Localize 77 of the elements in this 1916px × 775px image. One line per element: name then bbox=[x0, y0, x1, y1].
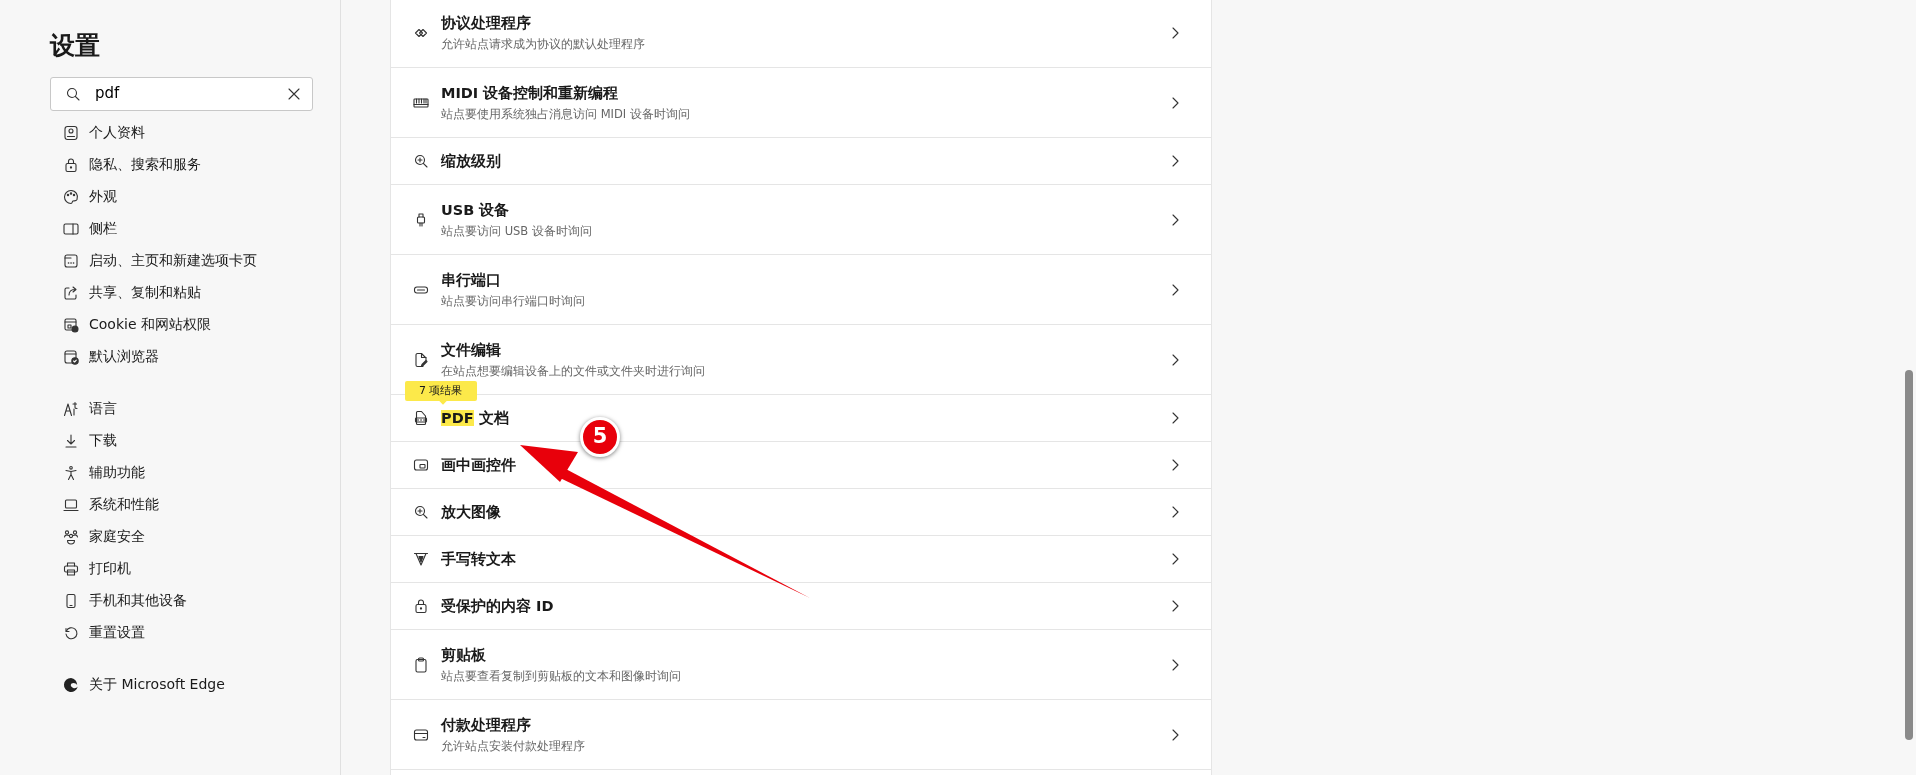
sidebar-item[interactable]: 语言 bbox=[50, 392, 340, 425]
lock-icon bbox=[63, 156, 79, 173]
search-box[interactable]: pdf bbox=[50, 76, 313, 111]
sidebar-item[interactable]: 下载 bbox=[50, 424, 340, 457]
row-title: MIDI 设备控制和重新编程 bbox=[441, 83, 620, 103]
match-count-tooltip: 7 项结果 bbox=[405, 381, 477, 401]
sidebar-item[interactable]: 隐私、搜索和服务 bbox=[50, 148, 340, 181]
laptop-icon bbox=[63, 496, 79, 513]
sidebar-item[interactable]: 个人资料 bbox=[50, 116, 340, 149]
row-title: 串行端口 bbox=[441, 270, 502, 290]
picture-in-picture-icon bbox=[413, 457, 429, 473]
accessibility-icon bbox=[63, 464, 79, 481]
palette-icon bbox=[63, 188, 79, 205]
settings-row[interactable]: 剪贴板 站点要查看复制到剪贴板的文本和图像时询问 bbox=[391, 630, 1211, 700]
sidebar-item[interactable]: 默认浏览器 bbox=[50, 340, 340, 373]
row-title: 付款处理程序 bbox=[441, 715, 532, 735]
sidebar-item[interactable]: 家庭安全 bbox=[50, 520, 340, 553]
sidebar-panel-icon bbox=[63, 220, 79, 237]
card-icon bbox=[413, 726, 429, 743]
profile-icon bbox=[63, 124, 79, 141]
zoom-in-icon bbox=[413, 504, 429, 520]
family-icon bbox=[63, 528, 79, 545]
edge-logo-icon bbox=[63, 676, 79, 693]
share-icon bbox=[63, 284, 79, 301]
reset-icon bbox=[63, 624, 79, 641]
settings-row[interactable]: MIDI 设备控制和重新编程 站点要使用系统独占消息访问 MIDI 设备时询问 bbox=[391, 68, 1211, 138]
row-description: 站点要使用系统独占消息访问 MIDI 设备时询问 bbox=[441, 105, 691, 122]
sidebar-item[interactable]: 侧栏 bbox=[50, 212, 340, 245]
row-title: 画中画控件 bbox=[441, 455, 517, 475]
row-title: PDF 文档 bbox=[441, 408, 510, 428]
scrollbar-thumb[interactable] bbox=[1905, 370, 1913, 740]
pdf-file-icon bbox=[413, 410, 429, 426]
row-description: 允许站点请求成为协议的默认处理程序 bbox=[441, 35, 646, 52]
sidebar-item[interactable]: 重置设置 bbox=[50, 616, 340, 649]
row-title: 缩放级别 bbox=[441, 151, 502, 171]
printer-icon bbox=[63, 560, 79, 577]
settings-title: 设置 bbox=[50, 30, 101, 62]
row-description: 站点要访问 USB 设备时询问 bbox=[441, 222, 593, 239]
row-description: 站点要查看复制到剪贴板的文本和图像时询问 bbox=[441, 667, 682, 684]
file-edit-icon bbox=[413, 351, 429, 368]
row-description: 允许站点安装付款处理程序 bbox=[441, 737, 586, 754]
search-icon bbox=[65, 85, 81, 102]
browser-check-icon bbox=[63, 348, 79, 365]
lock-icon bbox=[413, 598, 429, 614]
row-description: 站点要访问串行端口时询问 bbox=[441, 292, 586, 309]
settings-row[interactable]: 付款处理程序 允许站点安装付款处理程序 bbox=[391, 700, 1211, 770]
zoom-in-icon bbox=[413, 153, 429, 169]
language-icon bbox=[63, 400, 79, 417]
row-title: 剪贴板 bbox=[441, 645, 487, 665]
settings-row[interactable]: 协议处理程序 允许站点请求成为协议的默认处理程序 bbox=[391, 0, 1211, 68]
settings-row[interactable]: 缩放级别 bbox=[391, 138, 1211, 185]
row-description: 在站点想要编辑设备上的文件或文件夹时进行询问 bbox=[441, 362, 706, 379]
pen-nib-icon bbox=[413, 551, 429, 567]
row-title: USB 设备 bbox=[441, 200, 511, 220]
row-title: 协议处理程序 bbox=[441, 13, 532, 33]
tab-page-icon bbox=[63, 252, 79, 269]
sidebar-item[interactable]: 启动、主页和新建选项卡页 bbox=[50, 244, 340, 277]
download-icon bbox=[63, 432, 79, 449]
sidebar-item[interactable]: 关于 Microsoft Edge bbox=[50, 668, 340, 701]
sidebar-item[interactable]: 打印机 bbox=[50, 552, 340, 585]
clipboard-icon bbox=[413, 656, 429, 673]
search-input[interactable]: pdf bbox=[81, 82, 286, 105]
settings-row[interactable]: 受保护的内容 ID bbox=[391, 583, 1211, 630]
cookie-site-icon bbox=[63, 316, 79, 333]
sidebar-item[interactable]: 手机和其他设备 bbox=[50, 584, 340, 617]
phone-icon bbox=[63, 592, 79, 609]
sidebar-item[interactable]: Cookie 和网站权限 bbox=[50, 308, 340, 341]
sidebar-item[interactable]: 系统和性能 bbox=[50, 488, 340, 521]
sidebar-item[interactable]: 辅助功能 bbox=[50, 456, 340, 489]
sidebar-item[interactable]: 共享、复制和粘贴 bbox=[50, 276, 340, 309]
settings-row[interactable]: USB 设备 站点要访问 USB 设备时询问 bbox=[391, 185, 1211, 255]
row-title: 手写转文本 bbox=[441, 549, 517, 569]
sidebar-item[interactable]: 外观 bbox=[50, 180, 340, 213]
row-title: 受保护的内容 ID bbox=[441, 596, 555, 616]
row-title: 放大图像 bbox=[441, 502, 502, 522]
settings-row[interactable]: 串行端口 站点要访问串行端口时询问 bbox=[391, 255, 1211, 325]
row-title: 文件编辑 bbox=[441, 340, 502, 360]
